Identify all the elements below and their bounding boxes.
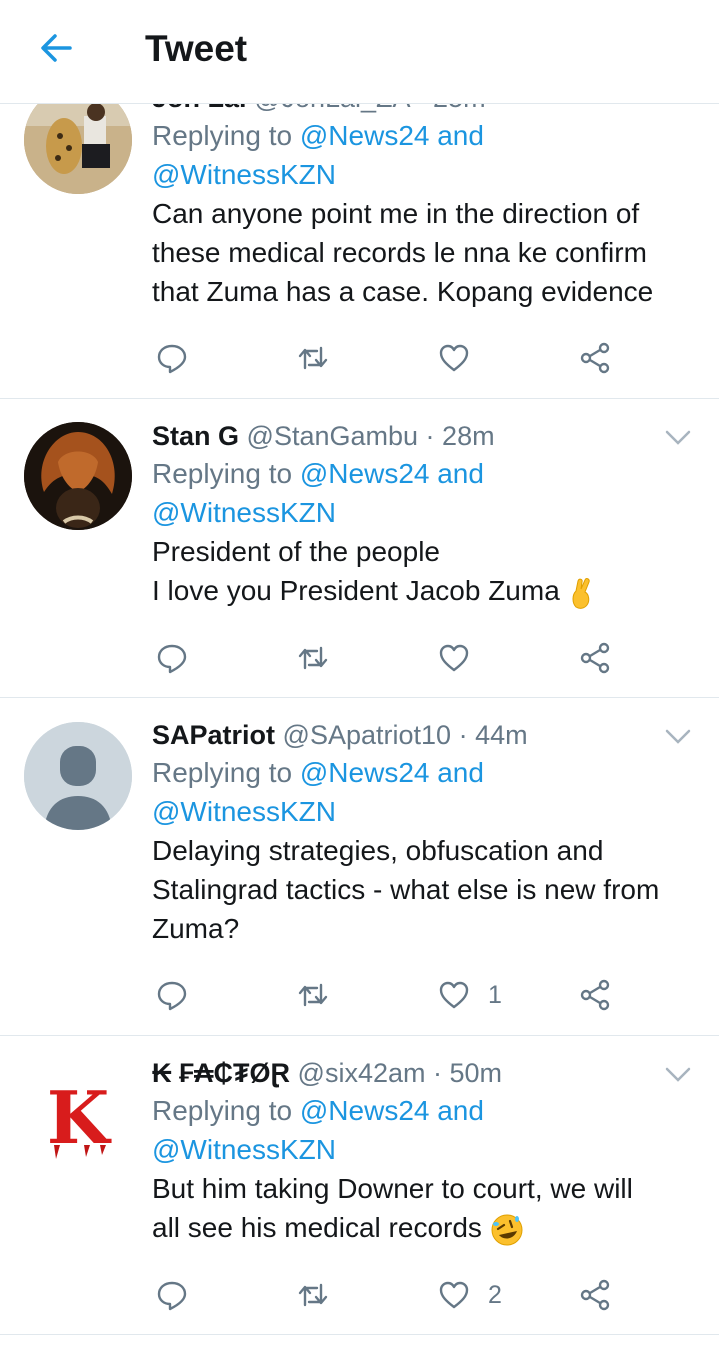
tweet-actions: 1 xyxy=(152,975,622,1015)
retweet-button[interactable] xyxy=(297,975,329,1015)
tweet[interactable]: K ₭ ₣₳₵₮ØⱤ @six42am · 50m Replying to @N… xyxy=(0,1035,719,1335)
heart-icon xyxy=(439,981,469,1009)
reply-button[interactable] xyxy=(156,975,188,1015)
tweet-text: President of the people I love you Presi… xyxy=(152,532,699,610)
heart-icon xyxy=(439,644,469,672)
tweet-text: Delaying strategies, obfuscation and Sta… xyxy=(152,835,660,944)
author-name[interactable]: ₭ ₣₳₵₮ØⱤ xyxy=(152,1058,290,1088)
share-icon xyxy=(580,979,610,1011)
tweet-text: But him taking Downer to court, we will … xyxy=(152,1169,699,1247)
chevron-down-icon[interactable] xyxy=(665,1067,691,1083)
author-name[interactable]: Stan G xyxy=(152,421,239,451)
reply-button[interactable] xyxy=(156,338,188,378)
replying-to: Replying to @News24 and @WitnessKZN xyxy=(152,757,484,827)
mention-link[interactable]: @News24 and xyxy=(300,1095,484,1126)
share-icon xyxy=(580,1279,610,1311)
author-handle[interactable]: @StanGambu xyxy=(247,421,419,451)
retweet-icon xyxy=(298,1283,328,1307)
tweet[interactable]: Jon Lal @JonLal_ZA · 25m Replying to @Ne… xyxy=(0,60,719,399)
tweet-actions xyxy=(152,338,622,378)
like-button[interactable] xyxy=(438,338,488,378)
back-arrow-icon[interactable] xyxy=(36,28,76,68)
heart-icon xyxy=(439,1281,469,1309)
tweet-meta: SAPatriot @SApatriot10 · 44m xyxy=(152,720,528,750)
tweet-time: 28m xyxy=(442,421,495,451)
mention-link[interactable]: @News24 and xyxy=(300,458,484,489)
tweet-meta: Stan G @StanGambu · 28m xyxy=(152,421,495,451)
tweet-actions: 2 xyxy=(152,1275,622,1315)
author-handle[interactable]: @six42am xyxy=(298,1058,426,1088)
avatar[interactable]: K xyxy=(24,1059,132,1167)
mention-link[interactable]: @WitnessKZN xyxy=(152,497,336,528)
replying-to: Replying to @News24 and @WitnessKZN xyxy=(152,1095,484,1165)
replying-to: Replying to @News24 and @WitnessKZN xyxy=(152,458,484,528)
rolling-laughing-emoji-icon xyxy=(491,1214,523,1246)
reply-button[interactable] xyxy=(156,1275,188,1315)
reply-icon xyxy=(157,644,187,674)
tweet-meta: ₭ ₣₳₵₮ØⱤ @six42am · 50m xyxy=(152,1058,503,1088)
mention-link[interactable]: @WitnessKZN xyxy=(152,1134,336,1165)
tweet-time: 50m xyxy=(449,1058,503,1088)
retweet-icon xyxy=(298,646,328,670)
retweet-button[interactable] xyxy=(297,638,329,678)
retweet-icon xyxy=(298,983,328,1007)
avatar[interactable] xyxy=(24,422,132,530)
chevron-down-icon[interactable] xyxy=(665,430,691,446)
chevron-down-icon[interactable] xyxy=(665,729,691,745)
tweet[interactable]: SAPatriot @SApatriot10 · 44m Replying to… xyxy=(0,697,719,1036)
avatar[interactable] xyxy=(24,722,132,830)
mention-link[interactable]: @WitnessKZN xyxy=(152,796,336,827)
tweet-actions xyxy=(152,638,622,678)
top-bar: Tweet xyxy=(0,0,719,104)
share-button[interactable] xyxy=(579,338,611,378)
share-button[interactable] xyxy=(579,975,611,1015)
retweet-icon xyxy=(298,346,328,370)
reply-button[interactable] xyxy=(156,638,188,678)
reply-icon xyxy=(157,344,187,374)
fingers-crossed-emoji-icon xyxy=(572,577,590,609)
share-icon xyxy=(580,642,610,674)
page-title: Tweet xyxy=(145,28,248,69)
like-button[interactable] xyxy=(438,638,488,678)
replying-to: Replying to @News24 and @WitnessKZN xyxy=(152,120,484,190)
mention-link[interactable]: @News24 and xyxy=(300,757,484,788)
share-icon xyxy=(580,342,610,374)
share-button[interactable] xyxy=(579,638,611,678)
heart-icon xyxy=(439,344,469,372)
author-name[interactable]: SAPatriot xyxy=(152,720,275,750)
share-button[interactable] xyxy=(579,1275,611,1315)
like-button[interactable]: 2 xyxy=(438,1275,502,1315)
tweet-time: 44m xyxy=(475,720,528,750)
like-count: 1 xyxy=(488,980,502,1009)
like-count: 2 xyxy=(488,1280,502,1309)
author-handle[interactable]: @SApatriot10 xyxy=(283,720,452,750)
tweet-text: Can anyone point me in the direction of … xyxy=(152,198,654,307)
retweet-button[interactable] xyxy=(297,338,329,378)
mention-link[interactable]: @WitnessKZN xyxy=(152,159,336,190)
reply-icon xyxy=(157,981,187,1011)
like-button[interactable]: 1 xyxy=(438,975,502,1015)
retweet-button[interactable] xyxy=(297,1275,329,1315)
mention-link[interactable]: @News24 and xyxy=(300,120,484,151)
reply-icon xyxy=(157,1281,187,1311)
tweet[interactable]: Stan G @StanGambu · 28m Replying to @New… xyxy=(0,398,719,698)
